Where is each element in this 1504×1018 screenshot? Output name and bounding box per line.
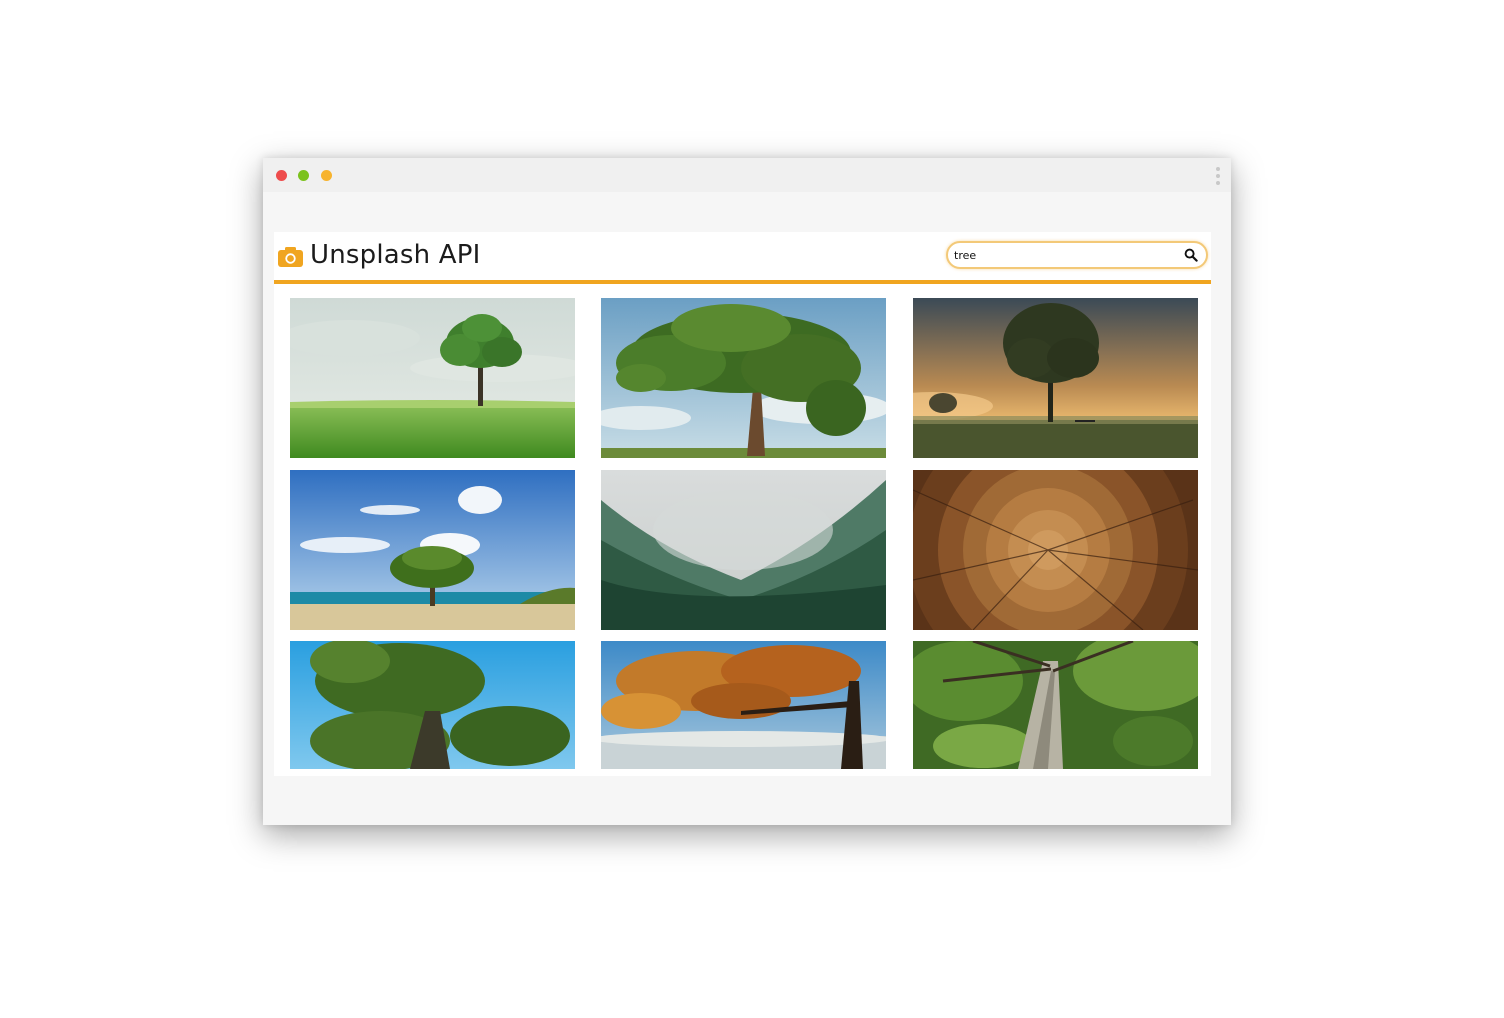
search-input[interactable]	[954, 246, 1174, 264]
minimize-dot[interactable]	[298, 170, 309, 181]
app-container: Unsplash API	[274, 232, 1211, 776]
search-icon[interactable]	[1184, 248, 1198, 262]
browser-window: Unsplash API	[263, 158, 1231, 825]
camera-icon	[278, 247, 303, 267]
maximize-dot[interactable]	[321, 170, 332, 181]
close-dot[interactable]	[276, 170, 287, 181]
result-image-9[interactable]	[913, 641, 1198, 769]
app-header: Unsplash API	[274, 232, 1211, 284]
result-image-6[interactable]	[913, 470, 1198, 630]
result-image-8[interactable]	[601, 641, 886, 769]
more-options-icon[interactable]	[1215, 167, 1221, 185]
result-image-2[interactable]	[601, 298, 886, 458]
result-image-5[interactable]	[601, 470, 886, 630]
window-titlebar	[263, 158, 1231, 192]
result-image-1[interactable]	[290, 298, 575, 458]
result-image-3[interactable]	[913, 298, 1198, 458]
result-image-4[interactable]	[290, 470, 575, 630]
search-box[interactable]	[946, 241, 1208, 269]
app-title: Unsplash API	[310, 240, 481, 270]
result-image-7[interactable]	[290, 641, 575, 769]
